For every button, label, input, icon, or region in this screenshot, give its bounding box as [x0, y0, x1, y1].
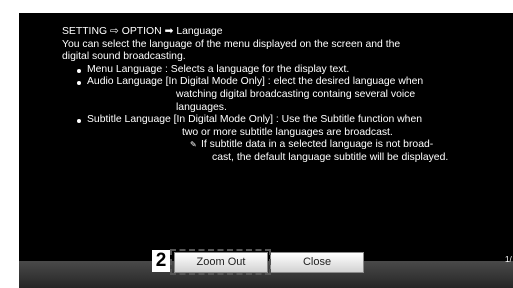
breadcrumb-option: OPTION [121, 26, 162, 37]
note-line-1: If subtitle data in a selected language … [201, 139, 434, 151]
list-item-audio-language: Audio Language [In Digital Mode Only] : … [62, 76, 502, 89]
pencil-note-icon: ✎ [190, 140, 197, 150]
zoom-out-button[interactable]: Zoom Out [174, 252, 268, 273]
option-list-2: Subtitle Language [In Digital Mode Only]… [62, 114, 502, 127]
bullet-icon [77, 119, 81, 124]
arrow-outline-icon: ⇨ [110, 26, 119, 37]
close-button[interactable]: Close [270, 252, 364, 273]
note-line-2: cast, the default language subtitle will… [212, 151, 449, 163]
list-item-subtitle-language: Subtitle Language [In Digital Mode Only]… [62, 114, 502, 127]
page-number: 1/ [505, 255, 512, 264]
list-item-menu-language: Menu Language : Selects a language for t… [62, 64, 502, 77]
option-list: Menu Language : Selects a language for t… [62, 64, 502, 89]
breadcrumb-language: Language [176, 26, 223, 37]
subtitle-language-line-1: Subtitle Language [In Digital Mode Only]… [87, 114, 423, 126]
menu-language-text: Menu Language : Selects a language for t… [87, 63, 350, 75]
breadcrumb-setting: SETTING [62, 26, 108, 37]
bullet-icon [77, 81, 81, 86]
bullet-icon [77, 68, 81, 73]
tv-screen: SETTING ⇨ OPTION ➡ Language You can select t… [19, 13, 513, 288]
intro-line-1: You can select the language of the menu … [62, 38, 401, 50]
step-badge: 2 [152, 250, 170, 272]
intro-line-2: digital sound broadcasting. [62, 51, 186, 63]
breadcrumb: SETTING ⇨ OPTION ➡ Language [62, 26, 502, 39]
audio-language-line-2: watching digital broadcasting containg s… [176, 88, 416, 100]
note-2: cast, the default language subtitle will… [62, 152, 502, 165]
arrow-solid-icon: ➡ [164, 26, 174, 37]
audio-language-line-1: Audio Language [In Digital Mode Only] : … [87, 76, 424, 88]
note: ✎ If subtitle data in a selected languag… [62, 139, 502, 152]
subtitle-language-line-2: two or more subtitle languages are broad… [182, 126, 393, 138]
help-content: SETTING ⇨ OPTION ➡ Language You can select t… [62, 26, 502, 165]
audio-language-line-3: languages. [176, 101, 227, 113]
